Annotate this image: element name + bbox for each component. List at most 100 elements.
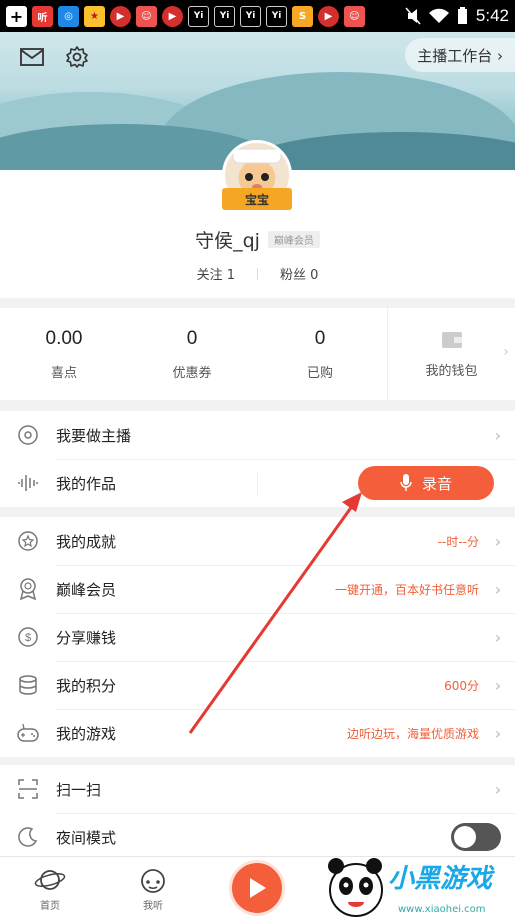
menu-label: 我的游戏 (56, 724, 117, 743)
watermark-url: www.xiaohei.com (398, 904, 486, 915)
sogou-app-icon: S (292, 5, 313, 27)
ting-app-icon: 听 (32, 5, 53, 27)
stats-panel: 0.00 喜点 0 优惠券 0 已购 我的钱包 › (0, 308, 515, 400)
chevron-right-icon: › (494, 779, 502, 799)
host-workbench-button[interactable]: 主播工作台 › (405, 38, 515, 72)
menu-value: 600分 (444, 678, 479, 693)
chevron-right-icon: › (494, 627, 502, 647)
menu-value: --时--分 (437, 534, 479, 549)
video-app-icon: ▶ (318, 5, 339, 27)
menu-item-games[interactable]: 我的游戏 边听边玩，海量优质游戏 › (0, 709, 515, 757)
menu-label: 分享赚钱 (56, 628, 117, 647)
stat-label: 喜点 (50, 365, 77, 381)
menu-group-creator: 我要做主播 › 我的作品 录音 (0, 411, 515, 507)
mail-icon (20, 48, 44, 66)
menu-label: 我要做主播 (56, 426, 132, 445)
menu-group-tools: 扫一扫 › 夜间模式 (0, 765, 515, 861)
gamepad-icon (0, 722, 56, 744)
status-bar: + 听 ◎ ★ ▶ ☺ ▶ Yi Yi Yi Yi S ▶ ☺ 5:42 (0, 0, 515, 32)
chevron-right-icon: › (494, 531, 502, 551)
record-label: 录音 (421, 474, 452, 493)
yi-app-icon: Yi (240, 5, 261, 27)
divider (257, 471, 258, 495)
menu-item-share-earn[interactable]: $ 分享赚钱 › (0, 613, 515, 661)
chevron-right-icon: › (503, 344, 509, 360)
battery-icon (457, 7, 467, 24)
night-mode-toggle[interactable] (451, 823, 501, 851)
menu-group-account: 我的成就 --时--分 › 巅峰会员 一键开通，百本好书任意听 › $ 分享赚钱… (0, 517, 515, 757)
headphones-icon (141, 869, 165, 893)
avatar-app-icon: ☺ (136, 5, 157, 27)
stat-value: 0.00 (45, 327, 83, 349)
following-count[interactable]: 关注 1 (197, 264, 235, 283)
wifi-icon (428, 8, 449, 23)
menu-item-scan[interactable]: 扫一扫 › (0, 765, 515, 813)
play-icon (250, 878, 266, 898)
menu-label: 我的作品 (56, 474, 117, 493)
notification-icons: + 听 ◎ ★ ▶ ☺ ▶ Yi Yi Yi Yi S ▶ ☺ (6, 5, 365, 27)
video-app-icon: ▶ (162, 5, 183, 27)
stat-coupons[interactable]: 0 优惠券 (128, 308, 256, 400)
panda-logo (328, 858, 383, 917)
browser-icon: ◎ (58, 5, 79, 27)
menu-value: 一键开通，百本好书任意听 (334, 582, 479, 597)
nav-label: 我听 (143, 901, 163, 912)
plus-icon: + (6, 5, 27, 27)
dollar-icon: $ (0, 626, 56, 648)
wallet-label: 我的钱包 (425, 363, 478, 379)
stat-label: 已购 (306, 365, 333, 381)
divider (257, 267, 258, 280)
fans-count[interactable]: 粉丝 0 (280, 264, 318, 283)
menu-item-vip[interactable]: 巅峰会员 一键开通，百本好书任意听 › (0, 565, 515, 613)
watermark-text: 小黑游戏 (388, 864, 493, 894)
menu-label: 扫一扫 (56, 780, 102, 799)
watermark: 小黑游戏 www.xiaohei.com (322, 852, 515, 919)
vip-tag: 巅峰会员 (267, 231, 320, 248)
menu-item-points[interactable]: 我的积分 600分 › (0, 661, 515, 709)
video-app-icon: ▶ (110, 5, 131, 27)
menu-label: 我的成就 (56, 532, 117, 551)
play-button[interactable] (229, 860, 285, 916)
microphone-icon (400, 474, 412, 491)
gear-icon (66, 46, 88, 68)
yi-app-icon: Yi (214, 5, 235, 27)
star-badge-icon (0, 530, 56, 552)
record-button[interactable]: 录音 (358, 466, 494, 500)
avatar-app-icon: ☺ (344, 5, 365, 27)
nav-label: 首页 (40, 901, 60, 912)
system-indicators: 5:42 (405, 6, 509, 26)
menu-label: 夜间模式 (56, 828, 117, 847)
chevron-right-icon: › (494, 675, 502, 695)
stat-purchased[interactable]: 0 已购 (256, 308, 384, 400)
scan-icon (0, 778, 56, 800)
coins-icon (0, 674, 56, 696)
follow-row: 关注 1 粉丝 0 (0, 264, 515, 283)
nav-item-listen[interactable]: 我听 (123, 867, 183, 912)
planet-icon (34, 870, 66, 890)
menu-item-achievements[interactable]: 我的成就 --时--分 › (0, 517, 515, 565)
chevron-right-icon: › (494, 579, 502, 599)
stat-xidian[interactable]: 0.00 喜点 (0, 308, 128, 400)
stat-value: 0 (314, 327, 326, 349)
yi-app-icon: Yi (266, 5, 287, 27)
wallet-button[interactable]: 我的钱包 › (387, 308, 515, 400)
wallet-icon (441, 331, 462, 348)
broadcast-icon (0, 424, 56, 446)
username: 守侯_qj (195, 230, 260, 252)
username-row: 守侯_qj 巅峰会员 (0, 226, 515, 253)
mute-icon (405, 7, 421, 25)
nav-item-home[interactable]: 首页 (20, 867, 80, 912)
menu-item-become-host[interactable]: 我要做主播 › (0, 411, 515, 459)
medal-icon (0, 577, 56, 601)
stat-value: 0 (186, 327, 198, 349)
moon-icon (0, 826, 56, 848)
svg-text:$: $ (25, 632, 31, 644)
menu-item-my-works[interactable]: 我的作品 录音 (0, 459, 515, 507)
menu-label: 巅峰会员 (56, 580, 117, 599)
menu-value: 边听边玩，海量优质游戏 (346, 726, 479, 741)
settings-button[interactable] (62, 42, 92, 72)
mail-button[interactable] (17, 42, 47, 72)
yi-app-icon: Yi (188, 5, 209, 27)
stat-label: 优惠券 (172, 365, 212, 381)
chevron-right-icon: › (494, 723, 502, 743)
